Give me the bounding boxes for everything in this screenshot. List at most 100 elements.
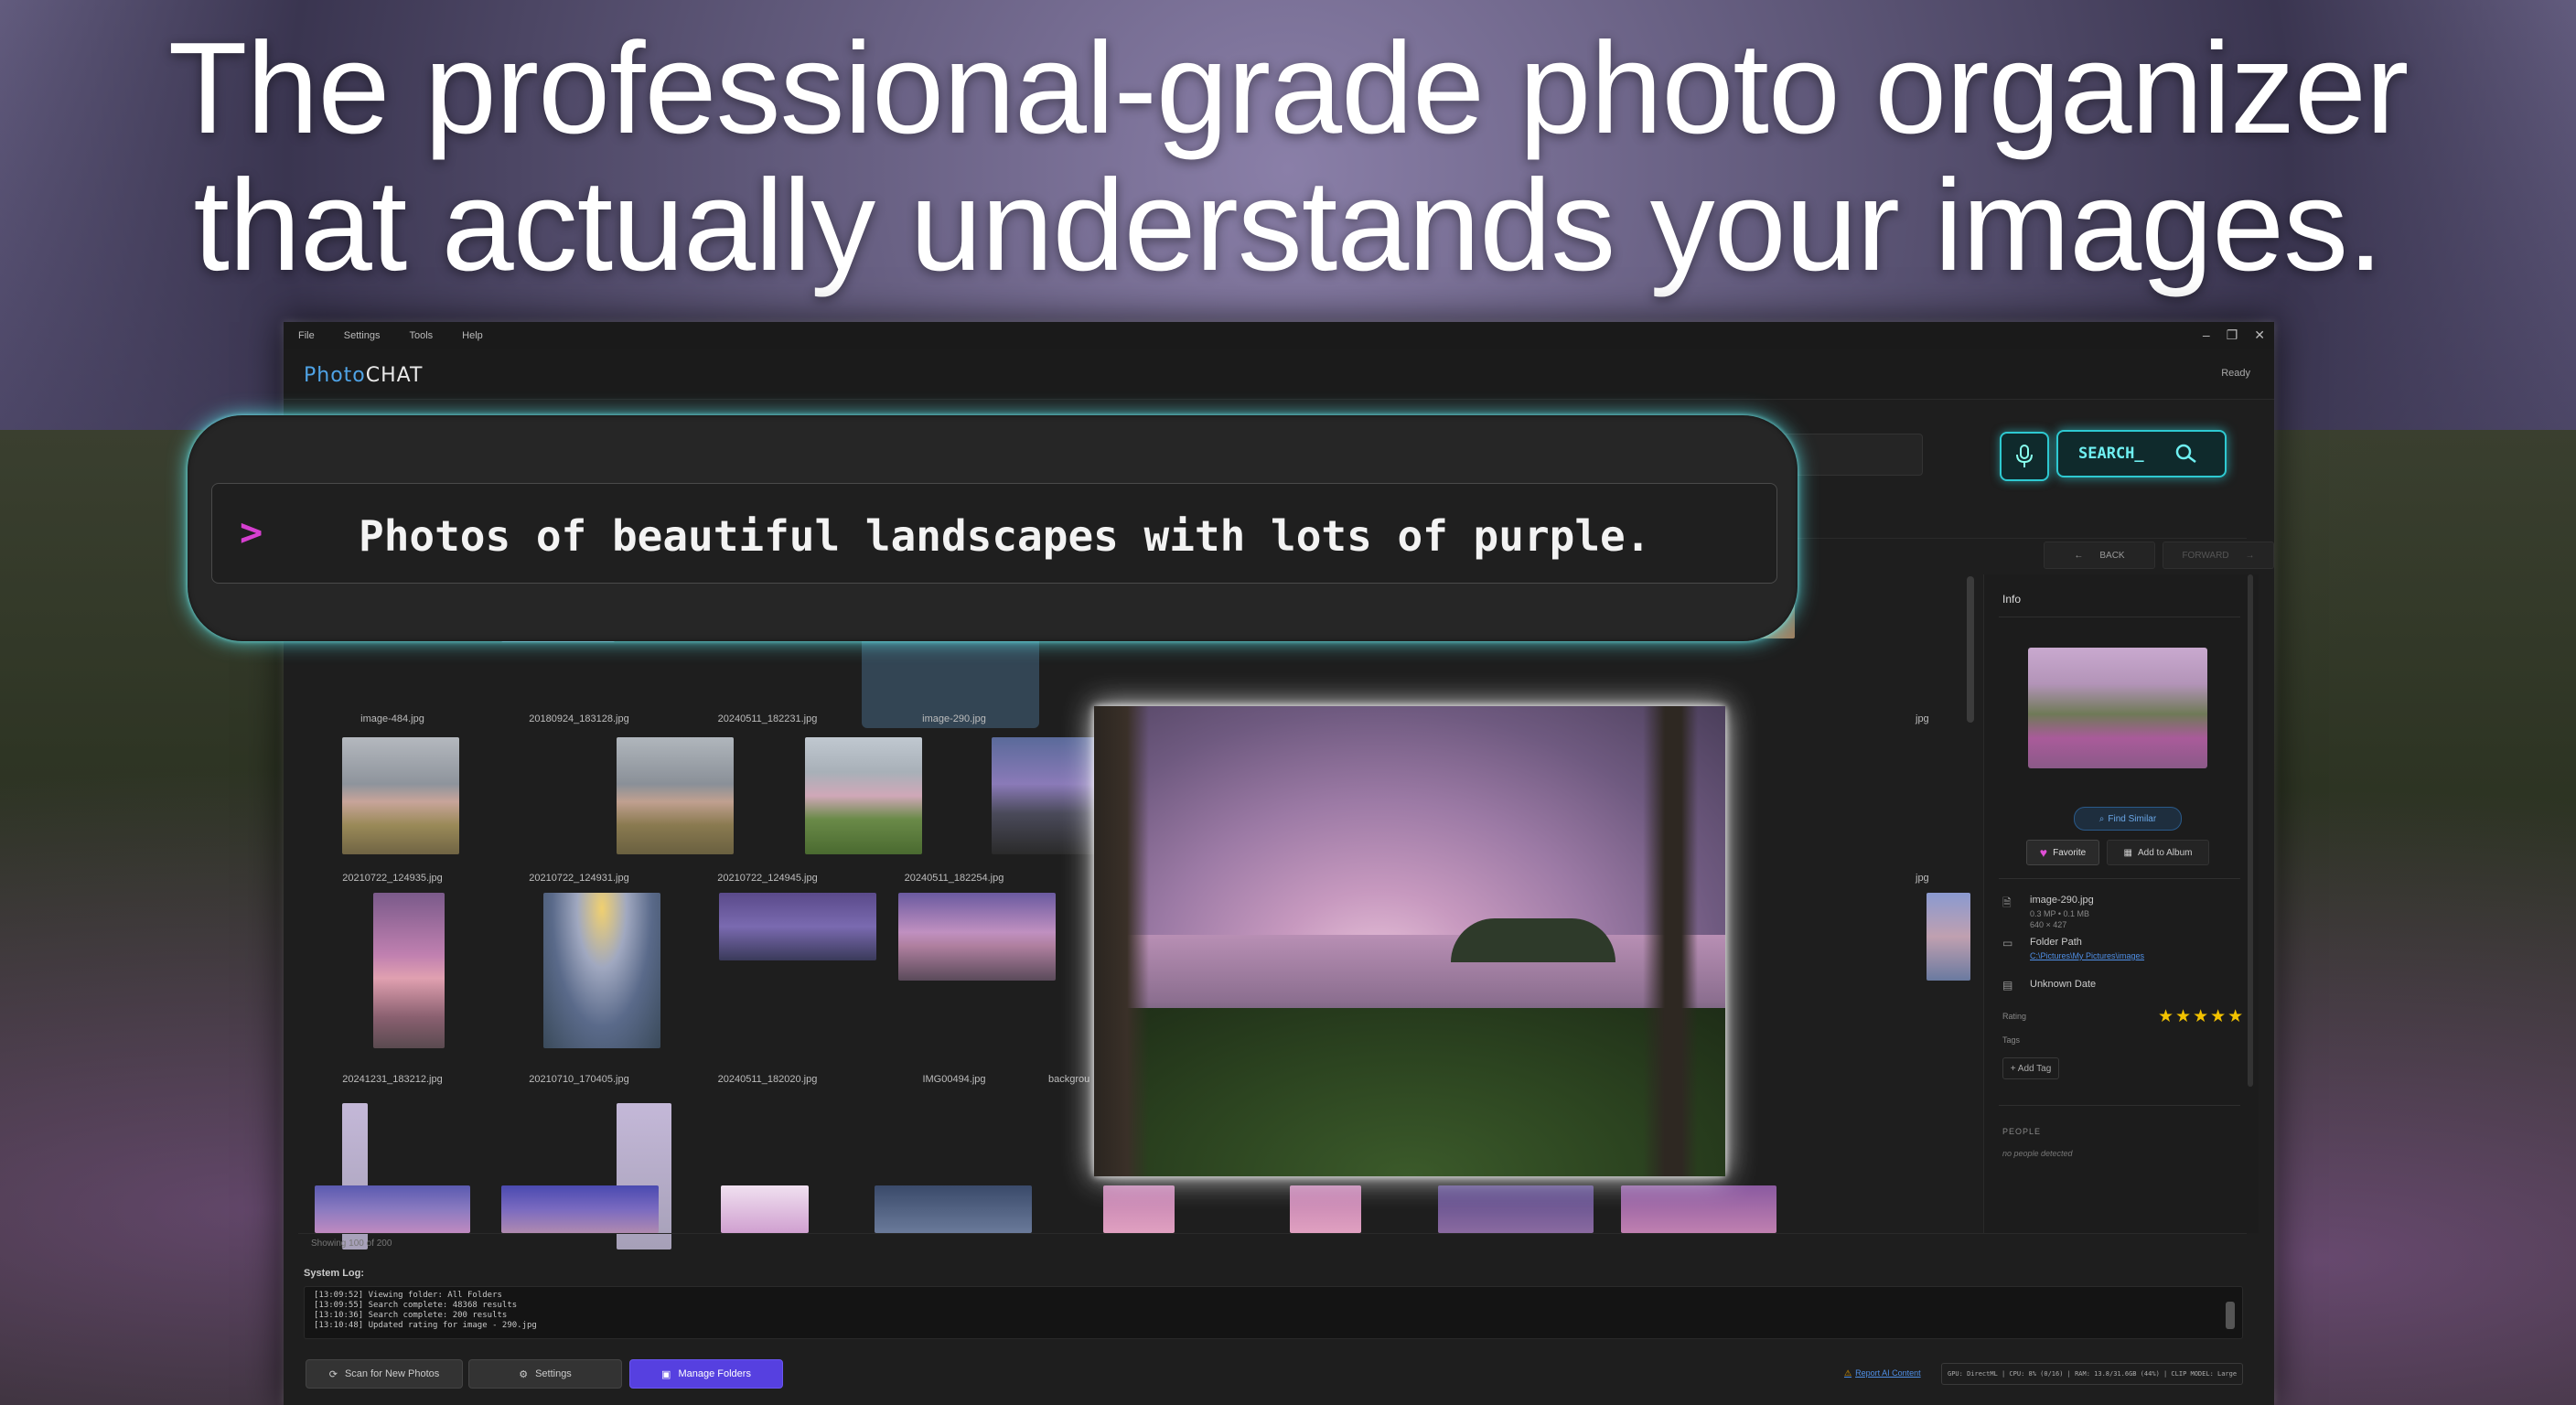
photo-caption: jpg (1916, 713, 1929, 724)
photo-caption: 20240511_182254.jpg (904, 873, 1004, 884)
photo-caption: 20210722_124945.jpg (717, 873, 818, 884)
photo-thumbnail[interactable] (617, 737, 734, 854)
warning-icon: ⚠ (1844, 1368, 1852, 1378)
photo-thumbnail[interactable] (719, 893, 876, 960)
tags-label: Tags (2002, 1035, 2021, 1045)
system-log: [13:09:52] Viewing folder: All Folders [… (304, 1286, 2243, 1339)
photo-caption: 20241231_183212.jpg (342, 1074, 443, 1085)
photo-caption: 20180924_183128.jpg (529, 713, 629, 724)
log-line: [13:09:52] Viewing folder: All Folders (314, 1291, 502, 1300)
forward-button[interactable]: FORWARD → (2163, 542, 2274, 569)
info-panel: Info ⌕ Find Similar ♥ Favorite ▦ Add to … (1983, 574, 2259, 1233)
headline: The professional-grade photo organizer t… (0, 20, 2576, 295)
scan-label: Scan for New Photos (344, 1368, 440, 1379)
minimize-icon[interactable]: – (2203, 327, 2210, 343)
heart-icon: ♥ (2039, 845, 2048, 860)
photo-island (1451, 918, 1615, 962)
photo-foliage (1094, 1008, 1725, 1176)
info-preview-image (2028, 648, 2207, 768)
system-status: GPU: DirectML | CPU: 8% (0/16) | RAM: 13… (1941, 1363, 2244, 1385)
headline-line-2: that actually understands your images. (193, 153, 2383, 298)
photo-thumbnail[interactable] (315, 1185, 470, 1233)
file-name: image-290.jpg (2030, 895, 2094, 906)
photo-thumbnail[interactable] (1927, 893, 1970, 981)
nav-buttons: ← BACK FORWARD → (2044, 542, 2274, 569)
gear-icon: ⚙ (519, 1368, 529, 1380)
photo-thumbnail[interactable] (543, 893, 660, 1048)
folder-icon: ▣ (661, 1368, 671, 1380)
photo-palm-right (1643, 706, 1698, 1176)
info-scrollbar[interactable] (2248, 574, 2253, 1087)
photo-thumbnail[interactable] (805, 737, 922, 854)
prompt-input[interactable]: > Photos of beautiful landscapes with lo… (211, 483, 1777, 584)
search-icon (2175, 444, 2196, 463)
calendar-icon: ▤ (2002, 979, 2013, 992)
photo-thumbnail[interactable] (373, 893, 445, 1048)
file-size: 0.3 MP • 0.1 MB (2030, 909, 2090, 918)
date-value: Unknown Date (2030, 979, 2097, 990)
file-icon: 🗎 (2002, 896, 2012, 909)
photo-thumbnail[interactable] (721, 1185, 809, 1233)
search-icon: ⌕ (2098, 813, 2105, 824)
system-log-title: System Log: (304, 1268, 365, 1279)
add-to-album-button[interactable]: ▦ Add to Album (2107, 840, 2209, 865)
photo-thumbnail[interactable] (1621, 1185, 1776, 1233)
add-tag-button[interactable]: + Add Tag (2002, 1057, 2059, 1079)
prompt-text: Photos of beautiful landscapes with lots… (359, 511, 1651, 561)
manage-folders-label: Manage Folders (678, 1368, 751, 1379)
menu-settings[interactable]: Settings (329, 330, 395, 341)
microphone-icon (2016, 445, 2033, 467)
report-link[interactable]: ⚠ Report AI Content (1844, 1368, 1921, 1378)
menu-help[interactable]: Help (447, 330, 498, 341)
people-label: PEOPLE (2002, 1127, 2042, 1136)
search-button[interactable]: SEARCH_ (2056, 430, 2227, 477)
logo-chat: CHAT (365, 364, 424, 387)
arrow-right-icon: → (2245, 550, 2255, 561)
photo-thumbnail[interactable] (875, 1185, 1032, 1233)
close-icon[interactable]: ✕ (2254, 327, 2265, 343)
favorite-label: Favorite (2053, 847, 2087, 858)
log-scrollbar[interactable] (2226, 1302, 2235, 1329)
file-dimensions: 640 × 427 (2030, 920, 2067, 929)
microphone-button[interactable] (2000, 432, 2049, 481)
menu-tools[interactable]: Tools (394, 330, 447, 341)
photo-thumbnail[interactable] (1290, 1185, 1361, 1233)
showing-count: Showing 100 of 200 (311, 1239, 392, 1249)
back-button[interactable]: ← BACK (2044, 542, 2155, 569)
photo-caption: jpg (1916, 873, 1929, 884)
folder-label: Folder Path (2030, 937, 2082, 948)
grid-footer-divider (298, 1233, 2247, 1234)
photo-thumbnail[interactable] (1103, 1185, 1175, 1233)
log-line: [13:10:36] Search complete: 200 results (314, 1311, 508, 1320)
photo-caption: 20240511_182231.jpg (717, 713, 818, 724)
headline-line-1: The professional-grade photo organizer (167, 16, 2410, 161)
scan-button[interactable]: ⟳ Scan for New Photos (306, 1359, 463, 1389)
settings-button[interactable]: ⚙ Settings (468, 1359, 622, 1389)
find-similar-button[interactable]: ⌕ Find Similar (2074, 807, 2182, 831)
photo-thumbnail[interactable] (342, 737, 459, 854)
refresh-icon: ⟳ (328, 1368, 338, 1380)
grid-scrollbar[interactable] (1967, 576, 1974, 723)
add-to-album-label: Add to Album (2137, 847, 2193, 858)
photo-thumbnail[interactable] (898, 893, 1056, 981)
enlarged-photo (1094, 706, 1725, 1176)
favorite-button[interactable]: ♥ Favorite (2026, 840, 2099, 865)
info-divider (1999, 1105, 2240, 1106)
prompt-overlay: > Photos of beautiful landscapes with lo… (188, 415, 1798, 641)
log-line: [13:09:55] Search complete: 48368 result… (314, 1301, 518, 1310)
status-ready: Ready (2221, 368, 2250, 379)
logo-photo: Photo (304, 364, 366, 387)
folder-path-link[interactable]: C:\Pictures\My Pictures\images (2030, 951, 2144, 960)
photo-thumbnail[interactable] (501, 1185, 659, 1233)
photo-caption: 20240511_182020.jpg (717, 1074, 818, 1085)
info-divider (1999, 878, 2240, 879)
restore-icon[interactable]: ❐ (2227, 327, 2238, 343)
manage-folders-button[interactable]: ▣ Manage Folders (629, 1359, 783, 1389)
app-logo: PhotoCHAT (304, 364, 423, 387)
back-label: BACK (2099, 550, 2125, 561)
photo-caption: image-484.jpg (360, 713, 424, 724)
photo-thumbnail[interactable] (1438, 1185, 1594, 1233)
rating-stars[interactable]: ★★★★★ (2158, 1006, 2245, 1027)
info-title: Info (2002, 593, 2022, 606)
menu-file[interactable]: File (284, 330, 329, 341)
